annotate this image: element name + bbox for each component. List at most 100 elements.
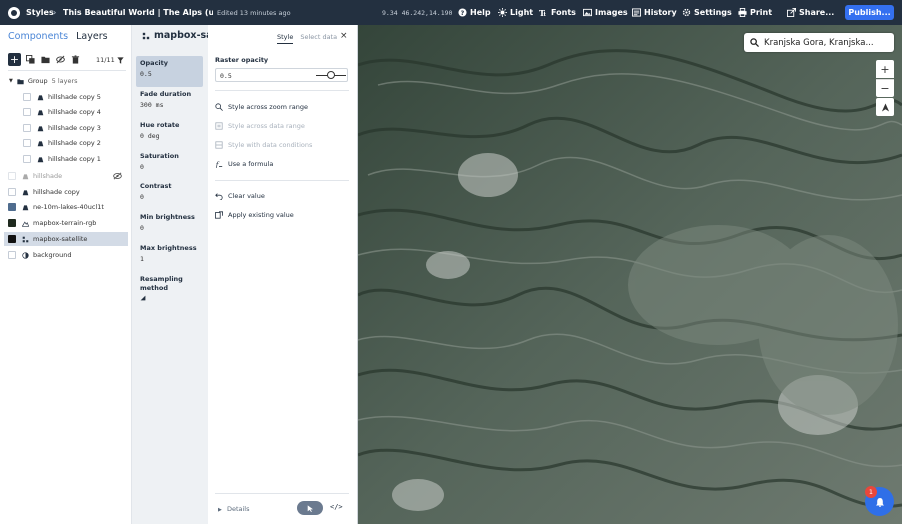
tab-components[interactable]: Components (8, 31, 68, 42)
layer-row[interactable]: hillshade copy 2 (4, 136, 128, 150)
layer-color-swatch[interactable] (8, 203, 16, 211)
images-button[interactable]: Images (583, 6, 628, 19)
notification-count-badge: 1 (865, 486, 877, 498)
layer-name: hillshade copy 5 (48, 93, 101, 101)
share-button[interactable]: Share... (787, 6, 834, 19)
editor-divider (215, 180, 349, 181)
layer-color-swatch[interactable] (8, 235, 16, 243)
raster-opacity-value[interactable]: 0.5 (220, 72, 232, 80)
tab-select-data[interactable]: Select data (300, 33, 337, 44)
style-with-conditions-option: Style with data conditions (215, 141, 312, 149)
trash-icon[interactable] (70, 54, 81, 65)
property-resampling-method[interactable]: Resampling method (136, 272, 203, 306)
close-icon[interactable]: × (340, 31, 348, 41)
layer-checkbox[interactable] (23, 139, 31, 147)
layer-checkbox[interactable] (8, 188, 16, 196)
layer-group-row[interactable]: ▼ Group 5 layers (4, 74, 128, 88)
property-max-brightness[interactable]: Max brightness 1 (136, 241, 203, 266)
layer-checkbox[interactable] (23, 155, 31, 163)
layer-row[interactable]: hillshade copy (4, 185, 128, 199)
data-range-icon (215, 122, 223, 130)
satellite-terrain-image (358, 25, 902, 524)
layer-row[interactable]: ne-10m-lakes-40ucl1t (4, 200, 128, 214)
layer-checkbox[interactable] (8, 172, 16, 180)
layer-color-swatch[interactable] (8, 219, 16, 227)
apply-existing-value-action[interactable]: Apply existing value (215, 211, 294, 219)
settings-button[interactable]: Settings (682, 6, 732, 19)
history-icon (632, 8, 641, 17)
group-name: Group (27, 77, 48, 85)
code-view-button[interactable]: </> (330, 503, 343, 511)
mapbox-logo-icon[interactable] (8, 6, 20, 19)
compass-button[interactable] (876, 98, 894, 116)
styles-link[interactable]: Styles (26, 8, 54, 17)
property-saturation[interactable]: Saturation 0 (136, 149, 203, 174)
map-search-box[interactable] (744, 33, 894, 52)
tab-layers[interactable]: Layers (76, 31, 107, 42)
history-button[interactable]: History (632, 6, 677, 19)
help-button[interactable]: ? Help (458, 6, 491, 19)
property-value: 0 (140, 193, 144, 201)
raster-layer-icon (142, 32, 150, 39)
group-folder-icon[interactable] (40, 54, 51, 65)
layer-checkbox[interactable] (23, 124, 31, 132)
property-label: Resampling method (140, 275, 183, 292)
property-fade-duration[interactable]: Fade duration 300 ms (136, 87, 203, 112)
property-editor (208, 25, 358, 524)
style-across-zoom-option[interactable]: Style across zoom range (215, 103, 308, 111)
details-toggle[interactable]: ▶ Details (218, 505, 249, 513)
map-canvas[interactable] (358, 25, 902, 524)
inspect-button[interactable] (297, 501, 323, 515)
opacity-slider-handle[interactable] (327, 71, 335, 79)
layer-checkbox[interactable] (23, 93, 31, 101)
tab-style[interactable]: Style (277, 33, 294, 44)
property-opacity[interactable]: Opacity 0.5 (136, 56, 203, 87)
hide-layer-icon[interactable] (55, 54, 66, 65)
collapse-caret-icon[interactable]: ▼ (9, 78, 13, 84)
style-title[interactable]: This Beautiful World | The Alps (used i.… (63, 8, 213, 17)
panel-tabs: Components Layers (8, 31, 108, 42)
layer-row[interactable]: hillshade copy 5 (4, 90, 128, 104)
search-input[interactable] (764, 37, 884, 48)
layer-checkbox[interactable] (8, 251, 16, 259)
add-layer-button[interactable]: + (8, 53, 21, 66)
layer-checkbox[interactable] (23, 108, 31, 116)
map-position-readout: 9.34 46.242,14.190 (382, 9, 453, 17)
duplicate-icon[interactable] (25, 54, 36, 65)
fonts-label: Fonts (551, 8, 576, 17)
publish-button[interactable]: Publish... (845, 5, 894, 20)
light-button[interactable]: Light (498, 6, 533, 19)
property-contrast[interactable]: Contrast 0 (136, 179, 203, 204)
raster-opacity-field[interactable]: 0.5 (215, 68, 348, 82)
hidden-eye-icon[interactable] (113, 172, 122, 180)
filter-icon (117, 56, 124, 64)
zoom-out-button[interactable]: − (876, 79, 894, 97)
action-label: Clear value (228, 192, 265, 200)
layer-row[interactable]: hillshade copy 3 (4, 121, 128, 135)
layer-row-hidden[interactable]: hillshade (4, 169, 128, 183)
property-hue-rotate[interactable]: Hue rotate 0 deg (136, 118, 203, 143)
layer-row[interactable]: hillshade copy 1 (4, 152, 128, 166)
hillshade-layer-icon (36, 124, 44, 132)
print-button[interactable]: Print (738, 6, 772, 19)
printer-icon (738, 8, 747, 17)
folder-icon (17, 78, 24, 84)
layers-panel: Components Layers + 11/11 ▼ Group 5 laye… (0, 25, 132, 524)
layer-row-selected[interactable]: mapbox-satellite (4, 232, 128, 246)
fonts-button[interactable]: Tt Fonts (539, 6, 576, 19)
zoom-in-button[interactable]: + (876, 60, 894, 78)
breadcrumb-separator: › (53, 8, 57, 17)
use-formula-option[interactable]: f Use a formula (215, 160, 273, 168)
layer-row[interactable]: background (4, 248, 128, 262)
property-label: Fade duration (140, 90, 192, 98)
clear-value-action[interactable]: Clear value (215, 192, 265, 200)
background-layer-icon (21, 251, 29, 259)
property-min-brightness[interactable]: Min brightness 0 (136, 210, 203, 235)
layer-count-filter[interactable]: 11/11 (96, 56, 124, 64)
layer-row[interactable]: mapbox-terrain-rgb (4, 216, 128, 230)
hillshade-layer-icon (21, 188, 29, 196)
layer-row[interactable]: hillshade copy 4 (4, 105, 128, 119)
layer-name: hillshade copy (33, 188, 80, 196)
layer-name: mapbox-satellite (33, 235, 88, 243)
svg-text:f: f (215, 160, 220, 168)
